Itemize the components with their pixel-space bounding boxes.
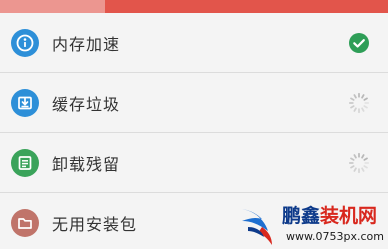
spinner-dash bbox=[353, 153, 357, 159]
spinner-dash bbox=[363, 97, 368, 101]
clean-item-memory[interactable]: 内存加速 bbox=[0, 13, 388, 73]
clean-item-label: 缓存垃圾 bbox=[52, 94, 121, 114]
spinner-dash bbox=[353, 166, 357, 172]
watermark-title: 鹏鑫装机网 bbox=[282, 205, 378, 227]
cleaner-screen: 内存加速 缓存垃圾 卸载残留 无用安装包 鹏鑫装机网 www.0753px.co… bbox=[0, 0, 388, 249]
folder-icon bbox=[11, 209, 39, 237]
spinner-dash bbox=[350, 104, 355, 108]
spinner-dash bbox=[363, 164, 368, 168]
spinner-dash bbox=[350, 164, 355, 168]
loading-spinner-icon bbox=[348, 92, 370, 114]
cache-download-icon bbox=[11, 88, 39, 117]
clean-item-uninstall-residue[interactable]: 卸载残留 bbox=[0, 133, 388, 193]
clean-item-label: 无用安装包 bbox=[52, 215, 138, 234]
memory-speed-icon bbox=[11, 28, 39, 57]
clean-item-label: 卸载残留 bbox=[52, 154, 121, 174]
spinner-dash bbox=[361, 106, 365, 112]
scan-progress-fill bbox=[0, 0, 105, 13]
loading-spinner-icon bbox=[348, 152, 370, 174]
watermark-url: www.0753px.com bbox=[286, 230, 384, 243]
spinner-dash bbox=[353, 106, 357, 112]
uninstall-note-icon bbox=[11, 148, 39, 177]
spinner-dash bbox=[361, 93, 365, 99]
clean-item-cache[interactable]: 缓存垃圾 bbox=[0, 73, 388, 133]
spinner-dash bbox=[350, 157, 355, 161]
spinner-dash bbox=[363, 157, 368, 161]
spinner-dash bbox=[353, 93, 357, 99]
checkmark-icon bbox=[348, 32, 370, 54]
spinner-dash bbox=[361, 166, 365, 172]
spinner-dash bbox=[361, 153, 365, 159]
clean-item-label: 内存加速 bbox=[52, 34, 121, 54]
scan-progress-bar bbox=[0, 0, 388, 13]
spinner-dash bbox=[363, 104, 368, 108]
site-watermark: 鹏鑫装机网 www.0753px.com bbox=[238, 197, 388, 249]
spinner-dash bbox=[350, 97, 355, 101]
